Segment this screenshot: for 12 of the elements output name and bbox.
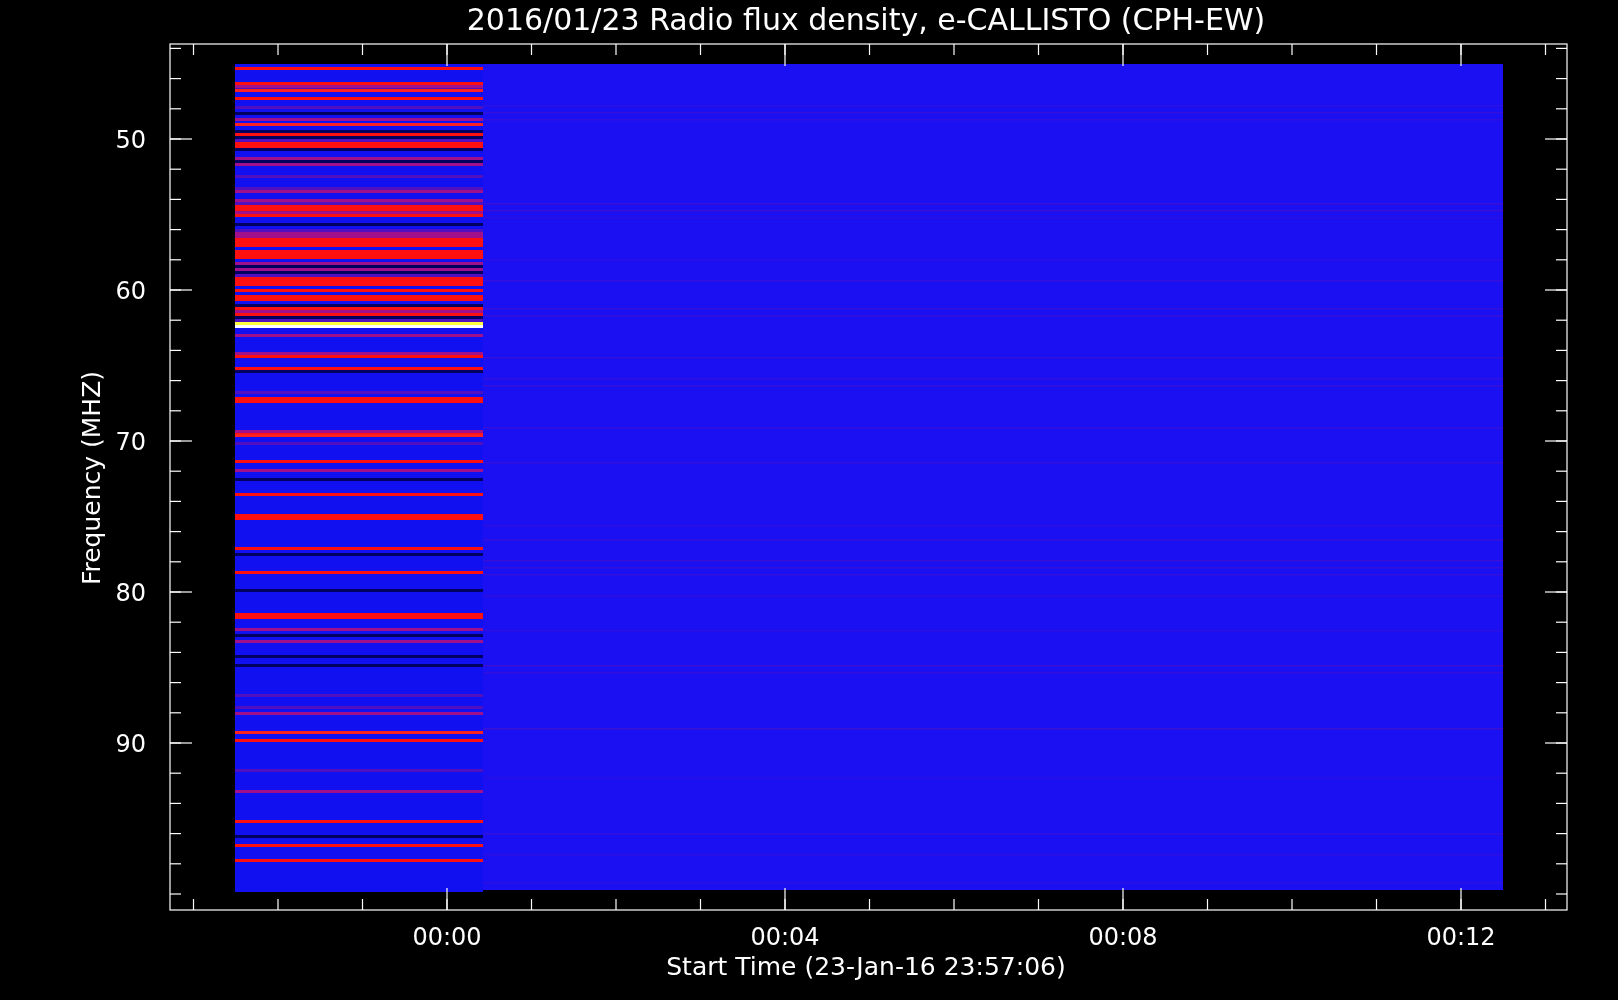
x-tick-label: 00:04	[750, 923, 820, 951]
x-tick-label: 00:08	[1088, 923, 1158, 951]
chart-title: 2016/01/23 Radio flux density, e-CALLISTO (CPH-EW)	[466, 2, 1266, 37]
y-axis-label: Frequency (MHZ)	[77, 370, 106, 586]
y-tick-label: 80	[115, 579, 146, 607]
y-tick-label: 70	[115, 428, 146, 456]
y-tick-label: 60	[115, 277, 146, 305]
x-tick-label: 00:00	[412, 923, 482, 951]
x-axis-label: Start Time (23-Jan-16 23:57:06)	[666, 952, 1066, 981]
y-tick-label: 50	[115, 126, 146, 154]
x-tick-label: 00:12	[1426, 923, 1496, 951]
y-tick-label: 90	[115, 730, 146, 758]
